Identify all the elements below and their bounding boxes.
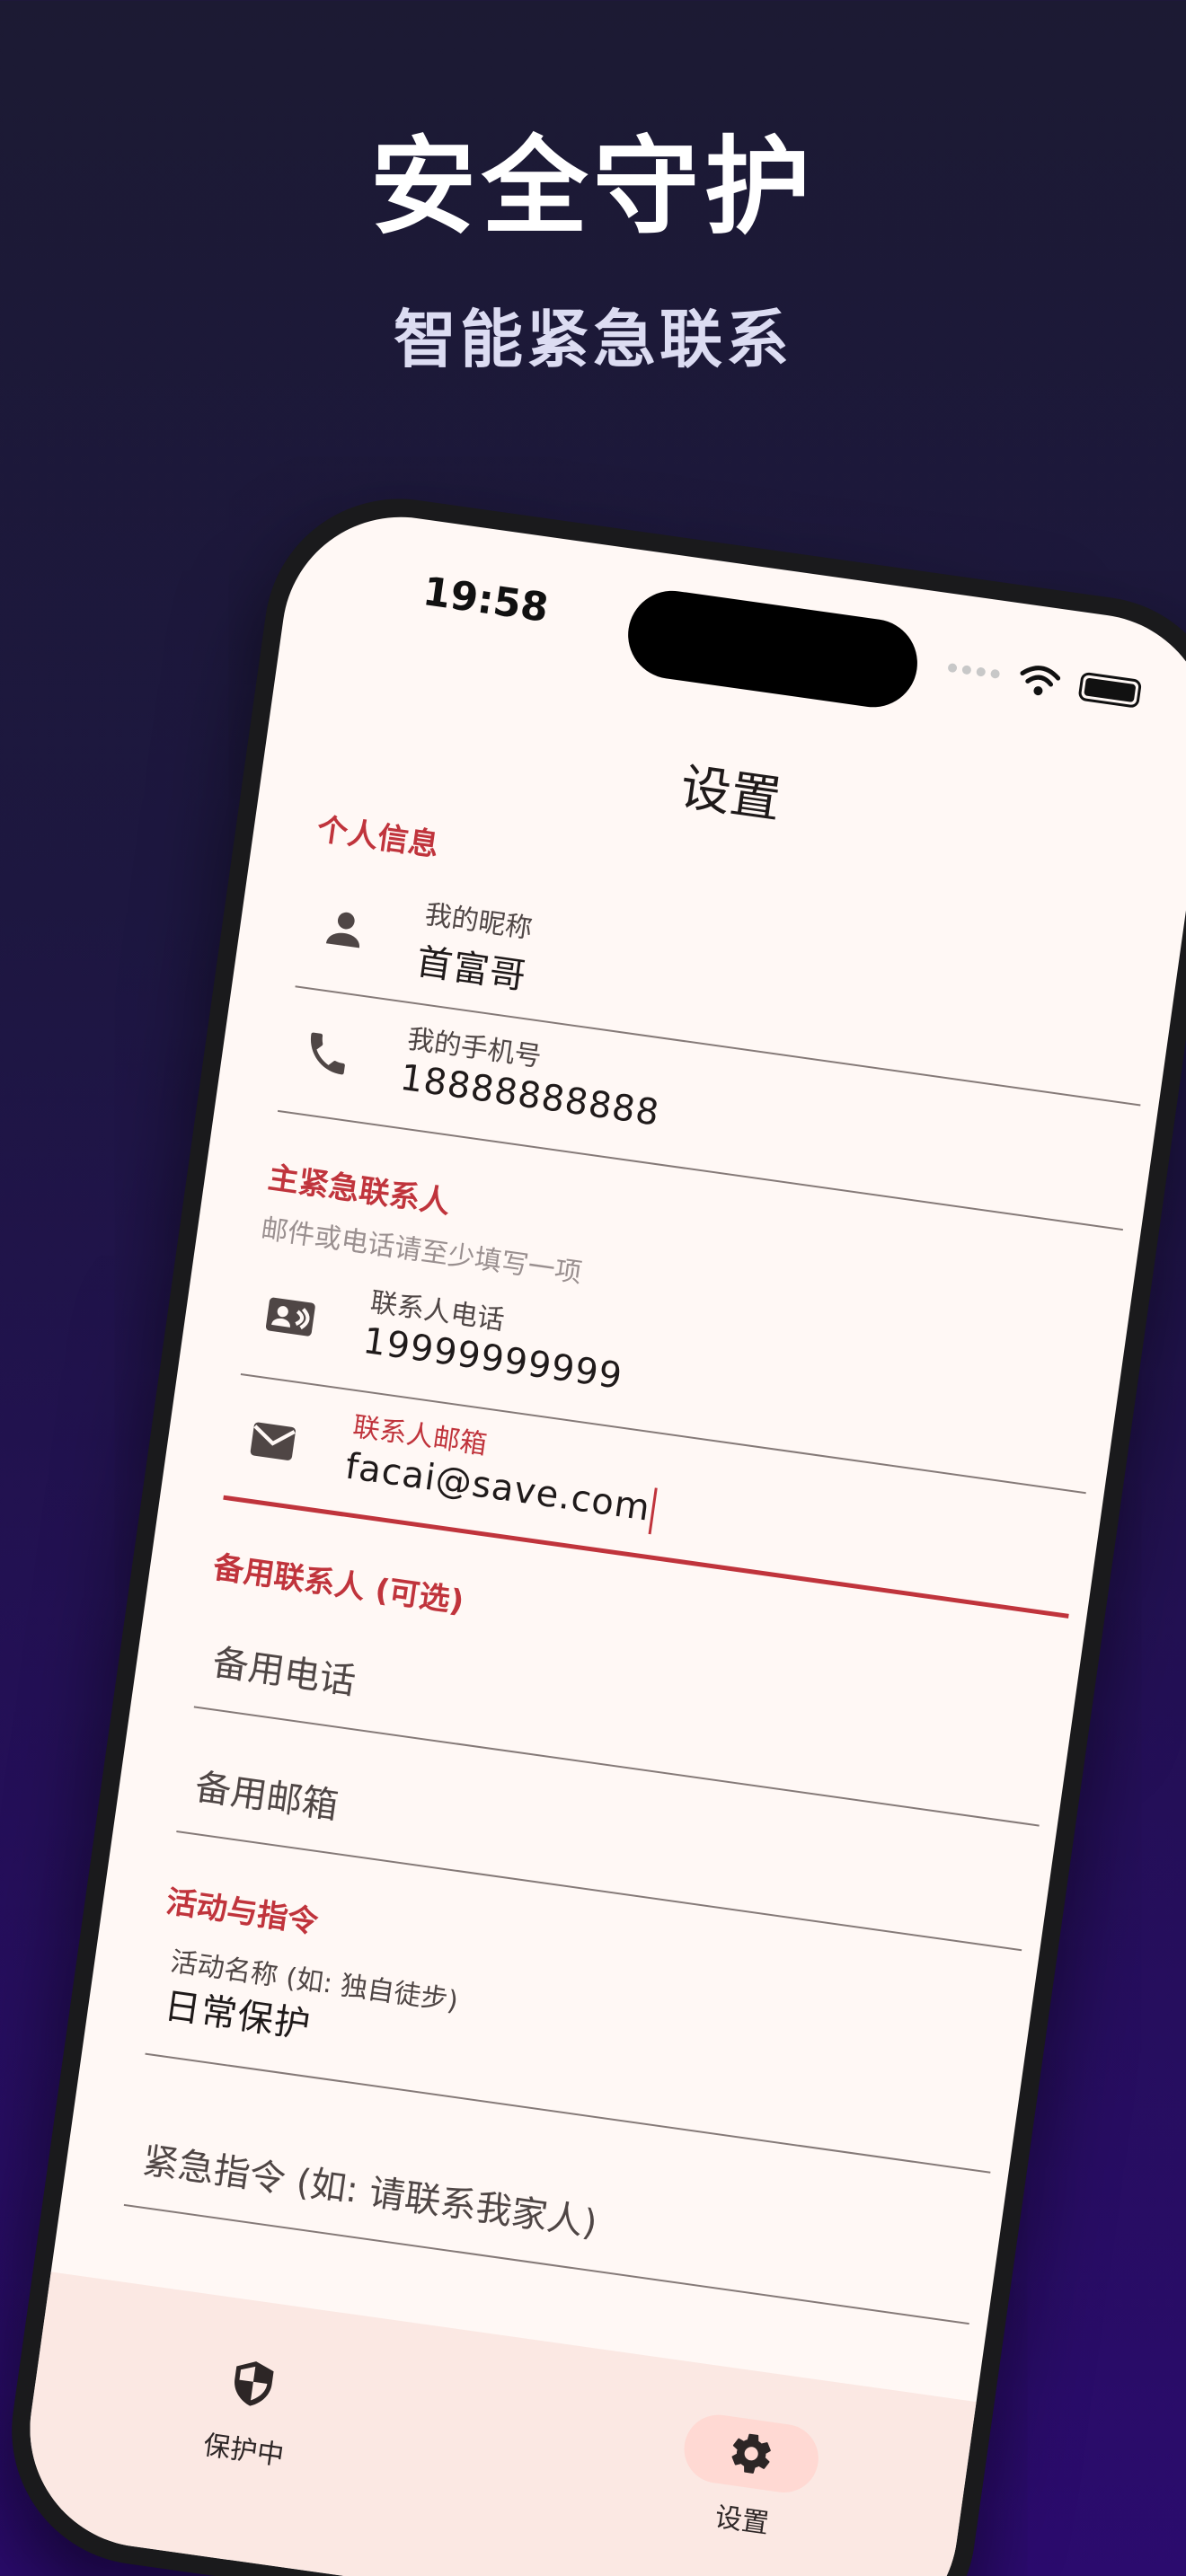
contact-email-value: facai@save.com [342,1445,658,1535]
page-title: 设置 [677,758,785,831]
wifi-icon [1020,666,1061,696]
signal-icon [947,662,1001,679]
nav-label-settings: 设置 [712,2501,771,2541]
bottom-nav: 保护中 设置 [14,2272,977,2576]
status-time: 19:58 [420,569,552,632]
nav-pill-protection [181,2341,324,2427]
gear-icon [731,2433,771,2474]
hero-subtitle: 智能紧急联系 [394,303,792,376]
section-header-activity: 活动与指令 [164,1883,321,1941]
phone-icon [310,1032,345,1075]
contact-email-text: facai@save.com [342,1445,653,1530]
shield-icon [235,2361,274,2406]
dynamic-island [622,585,924,713]
mail-icon [250,1422,296,1460]
backup-email-placeholder: 备用邮箱 [192,1766,341,1828]
nav-pill-settings [679,2410,823,2497]
phone-screen: 19:58 设置 个人信息 我的昵称 首富哥 我的手机号 18888888888… [14,501,1186,2576]
nav-item-protection[interactable]: 保护中 [144,2336,356,2481]
battery-icon [1077,671,1143,709]
section-header-personal: 个人信息 [314,811,441,864]
hero-title: 安全守护 [369,125,816,249]
contact-card-icon [265,1297,315,1337]
instruction-placeholder: 紧急指令 (如: 请联系我家人) [139,2139,600,2245]
status-icons [946,651,1143,710]
backup-phone-placeholder: 备用电话 [209,1642,358,1703]
phone-frame: 19:58 设置 个人信息 我的昵称 首富哥 我的手机号 18888888888… [0,481,1186,2576]
person-icon [325,912,359,948]
nav-item-settings[interactable]: 设置 [642,2406,854,2551]
nav-label-protection: 保护中 [201,2430,287,2473]
